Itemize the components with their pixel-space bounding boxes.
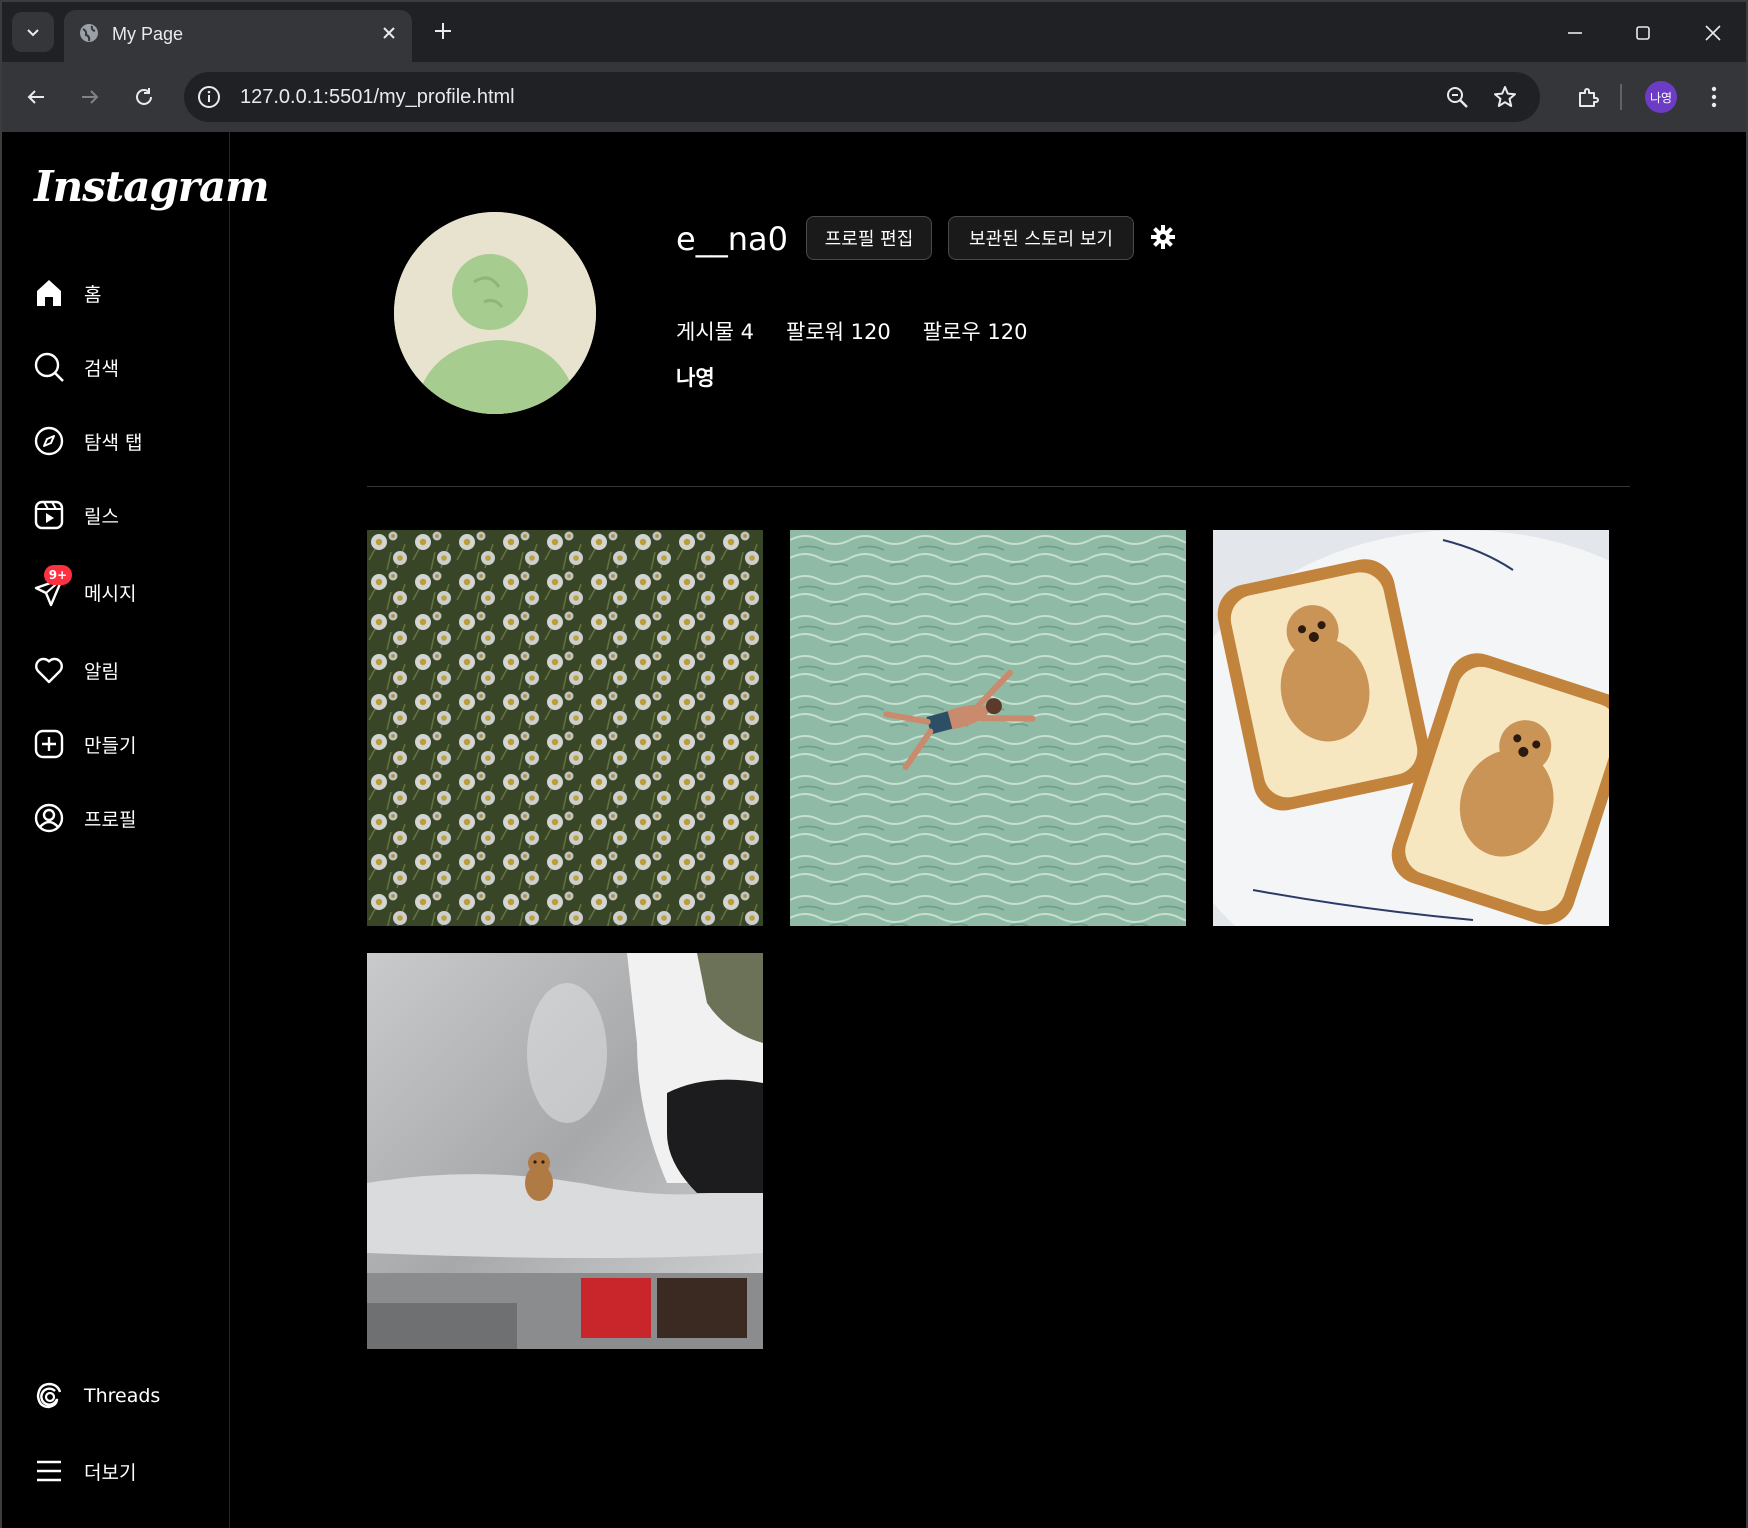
avatar-illustration bbox=[394, 212, 596, 414]
sidebar-item-reels[interactable]: 릴스 bbox=[32, 490, 222, 540]
extensions-button[interactable] bbox=[1568, 77, 1608, 117]
heart-icon bbox=[32, 653, 66, 687]
sidebar-item-explore[interactable]: 탐색 탭 bbox=[32, 416, 222, 466]
maximize-icon bbox=[1636, 26, 1650, 40]
close-icon bbox=[383, 27, 395, 39]
reload-button[interactable] bbox=[124, 77, 164, 117]
new-tab-button[interactable] bbox=[428, 16, 458, 46]
quokka-toast-photo bbox=[1213, 530, 1609, 926]
posts-count: 게시물 4 bbox=[676, 320, 754, 344]
sidebar-item-messages[interactable]: 9+ 메시지 bbox=[32, 565, 222, 617]
profile-icon bbox=[32, 801, 66, 835]
sidebar-item-label: 탐색 탭 bbox=[84, 431, 143, 454]
sidebar-item-label: 더보기 bbox=[84, 1461, 137, 1484]
back-button[interactable] bbox=[16, 77, 56, 117]
following-count[interactable]: 팔로우 120 bbox=[923, 316, 1028, 346]
more-vertical-icon bbox=[1711, 86, 1717, 108]
reels-icon bbox=[32, 498, 66, 532]
profile-stats: 게시물 4 팔로워 120 팔로우 120 bbox=[676, 316, 1027, 346]
sidebar-item-label: 메시지 bbox=[84, 582, 137, 605]
sidebar-item-search[interactable]: 검색 bbox=[32, 342, 222, 392]
globe-icon bbox=[80, 24, 98, 42]
browser-toolbar: 127.0.0.1:5501/my_profile.html 나영 bbox=[2, 62, 1746, 132]
puzzle-icon bbox=[1579, 88, 1599, 107]
minimize-icon bbox=[1568, 32, 1582, 34]
sidebar-item-label: 릴스 bbox=[84, 505, 119, 528]
send-icon: 9+ bbox=[32, 565, 72, 609]
profile-username: e__na0 bbox=[676, 220, 788, 258]
sidebar-item-label: 프로필 bbox=[84, 808, 137, 831]
tab-bar: My Page bbox=[2, 2, 1746, 62]
forward-button[interactable] bbox=[70, 77, 110, 117]
close-icon bbox=[1705, 25, 1721, 41]
profile-avatar[interactable] bbox=[394, 212, 596, 414]
tab-search-button[interactable] bbox=[12, 12, 54, 52]
edit-profile-button[interactable]: 프로필 편집 bbox=[806, 216, 932, 260]
sidebar-item-label: 검색 bbox=[84, 357, 119, 380]
tab-close-button[interactable] bbox=[378, 22, 400, 44]
info-icon[interactable] bbox=[196, 84, 222, 110]
plus-icon bbox=[435, 23, 451, 39]
daisy-field-photo bbox=[367, 530, 763, 926]
sidebar-item-more[interactable]: 더보기 bbox=[32, 1446, 222, 1496]
post-thumbnail[interactable] bbox=[367, 530, 763, 926]
sidebar-item-home[interactable]: 홈 bbox=[32, 268, 222, 318]
chevron-down-icon bbox=[27, 29, 39, 37]
zoom-icon[interactable] bbox=[1444, 84, 1470, 110]
arrow-left-icon bbox=[27, 90, 44, 104]
browser-tab[interactable]: My Page bbox=[64, 10, 412, 62]
sidebar-item-profile[interactable]: 프로필 bbox=[32, 793, 222, 843]
sidebar-item-create[interactable]: 만들기 bbox=[32, 719, 222, 769]
sidebar-item-threads[interactable]: Threads bbox=[32, 1371, 222, 1421]
subway-quokka-photo bbox=[367, 953, 763, 1349]
sidebar-item-label: Threads bbox=[84, 1385, 161, 1407]
address-bar[interactable]: 127.0.0.1:5501/my_profile.html bbox=[184, 72, 1540, 122]
search-icon bbox=[32, 350, 66, 384]
browser-menu-button[interactable] bbox=[1699, 77, 1729, 117]
swimmer-photo bbox=[790, 530, 1186, 926]
browser-window: My Page 127.0.0.1:5501/my_profile.html 나… bbox=[0, 0, 1748, 1528]
plus-square-icon bbox=[32, 727, 66, 761]
bookmark-star-icon[interactable] bbox=[1492, 84, 1518, 110]
message-badge: 9+ bbox=[44, 565, 72, 585]
tab-title: My Page bbox=[112, 24, 184, 44]
sidebar-item-notifications[interactable]: 알림 bbox=[32, 645, 222, 695]
sidebar-item-label: 홈 bbox=[84, 283, 102, 306]
profile-main: e__na0 프로필 편집 보관된 스토리 보기 게시물 4 팔로워 120 팔… bbox=[230, 132, 1746, 1528]
reload-icon bbox=[136, 88, 152, 105]
close-window-button[interactable] bbox=[1696, 16, 1730, 50]
compass-icon bbox=[32, 424, 66, 458]
toolbar-divider bbox=[1620, 84, 1622, 110]
archived-stories-button[interactable]: 보관된 스토리 보기 bbox=[948, 216, 1134, 260]
menu-icon bbox=[32, 1454, 66, 1488]
profile-full-name: 나영 bbox=[676, 366, 715, 390]
arrow-right-icon bbox=[82, 90, 99, 104]
url-text[interactable]: 127.0.0.1:5501/my_profile.html bbox=[240, 86, 515, 109]
profile-divider bbox=[367, 486, 1630, 487]
post-thumbnail[interactable] bbox=[367, 953, 763, 1349]
sidebar-item-label: 알림 bbox=[84, 660, 119, 683]
minimize-button[interactable] bbox=[1558, 16, 1592, 50]
home-icon bbox=[32, 276, 66, 310]
post-thumbnail[interactable] bbox=[1213, 530, 1609, 926]
page-content: Instagram 홈 검색 탐색 탭 릴스 9+ 메시지 알림 만들기 프로필… bbox=[2, 132, 1746, 1528]
post-thumbnail[interactable] bbox=[790, 530, 1186, 926]
sidebar-item-label: 만들기 bbox=[84, 734, 137, 757]
gear-icon[interactable] bbox=[1150, 224, 1176, 250]
sidebar: Instagram 홈 검색 탐색 탭 릴스 9+ 메시지 알림 만들기 프로필… bbox=[2, 132, 270, 1528]
threads-icon bbox=[32, 1379, 66, 1413]
browser-profile-avatar[interactable]: 나영 bbox=[1645, 81, 1677, 113]
maximize-button[interactable] bbox=[1626, 16, 1660, 50]
followers-count[interactable]: 팔로워 120 bbox=[786, 316, 891, 346]
